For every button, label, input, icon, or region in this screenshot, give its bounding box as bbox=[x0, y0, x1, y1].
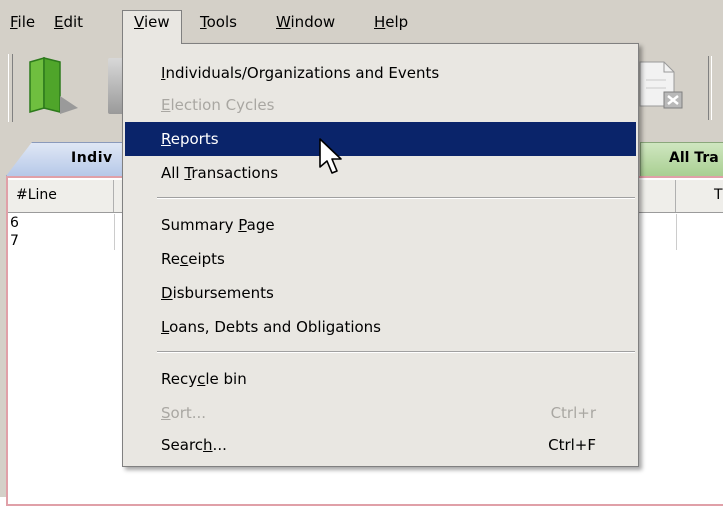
tab-all-transactions-label: All Tra bbox=[669, 150, 719, 166]
menu-item-search[interactable]: Search... Ctrl+F bbox=[125, 428, 636, 462]
menu-item-label: All Transactions bbox=[161, 164, 279, 182]
menu-item-receipts[interactable]: Receipts bbox=[125, 242, 636, 276]
menu-item-sort[interactable]: Sort... Ctrl+r bbox=[125, 396, 636, 430]
view-menu-dropdown: Individuals/Organizations and Events Ele… bbox=[122, 43, 639, 467]
shortcut-search: Ctrl+F bbox=[548, 436, 596, 454]
menu-item-label: Search... bbox=[161, 436, 227, 454]
menu-help[interactable]: Help bbox=[370, 12, 412, 34]
menu-window[interactable]: Window bbox=[272, 12, 339, 34]
mouse-pointer-icon bbox=[318, 137, 344, 177]
menu-view[interactable]: View bbox=[122, 10, 182, 44]
menu-separator bbox=[157, 197, 635, 199]
row-line-number: 7 bbox=[10, 233, 19, 249]
row-cell bbox=[676, 232, 678, 250]
menu-tools[interactable]: Tools bbox=[196, 12, 241, 34]
menu-item-label: Disbursements bbox=[161, 284, 274, 302]
menu-item-label: Reports bbox=[161, 130, 219, 148]
tab-individuals[interactable]: Indiv bbox=[6, 142, 140, 176]
toolbar-separator bbox=[708, 56, 712, 120]
menu-item-election-cycles[interactable]: Election Cycles bbox=[125, 88, 636, 122]
menu-item-label: Sort... bbox=[161, 404, 207, 422]
menu-edit[interactable]: Edit bbox=[50, 12, 87, 34]
menu-separator bbox=[157, 351, 635, 353]
menu-item-label: Loans, Debts and Obligations bbox=[161, 318, 381, 336]
menu-item-all-transactions[interactable]: All Transactions bbox=[125, 156, 636, 190]
row-cell bbox=[676, 214, 678, 232]
menu-item-summary-page[interactable]: Summary Page bbox=[125, 208, 636, 242]
menu-item-label: Receipts bbox=[161, 250, 225, 268]
menu-item-loans-debts-obligations[interactable]: Loans, Debts and Obligations bbox=[125, 310, 636, 344]
menu-item-label: Summary Page bbox=[161, 216, 275, 234]
menu-item-disbursements[interactable]: Disbursements bbox=[125, 276, 636, 310]
delete-document-icon[interactable] bbox=[636, 58, 690, 116]
shortcut-sort: Ctrl+r bbox=[550, 404, 596, 422]
tab-all-transactions[interactable]: All Tra bbox=[640, 142, 723, 176]
menu-item-individuals-organizations-events[interactable]: Individuals/Organizations and Events bbox=[125, 56, 636, 90]
column-header-line[interactable]: #Line bbox=[8, 180, 114, 212]
menu-item-reports[interactable]: Reports bbox=[125, 122, 636, 156]
book-icon[interactable] bbox=[20, 56, 86, 116]
app-window: File Edit View Tools Window Help Indiv A… bbox=[0, 0, 723, 506]
row-line-number: 6 bbox=[10, 215, 19, 231]
menubar: File Edit View Tools Window Help bbox=[0, 0, 723, 45]
toolbar-grip[interactable] bbox=[8, 54, 13, 122]
menu-item-label: Election Cycles bbox=[161, 96, 275, 114]
menu-item-recycle-bin[interactable]: Recycle bin bbox=[125, 362, 636, 396]
tab-individuals-label: Indiv bbox=[71, 150, 113, 166]
menu-item-label: Recycle bin bbox=[161, 370, 247, 388]
menu-item-label: Individuals/Organizations and Events bbox=[161, 64, 440, 82]
menu-file[interactable]: File bbox=[6, 12, 39, 34]
column-header-t[interactable]: T bbox=[676, 180, 723, 212]
